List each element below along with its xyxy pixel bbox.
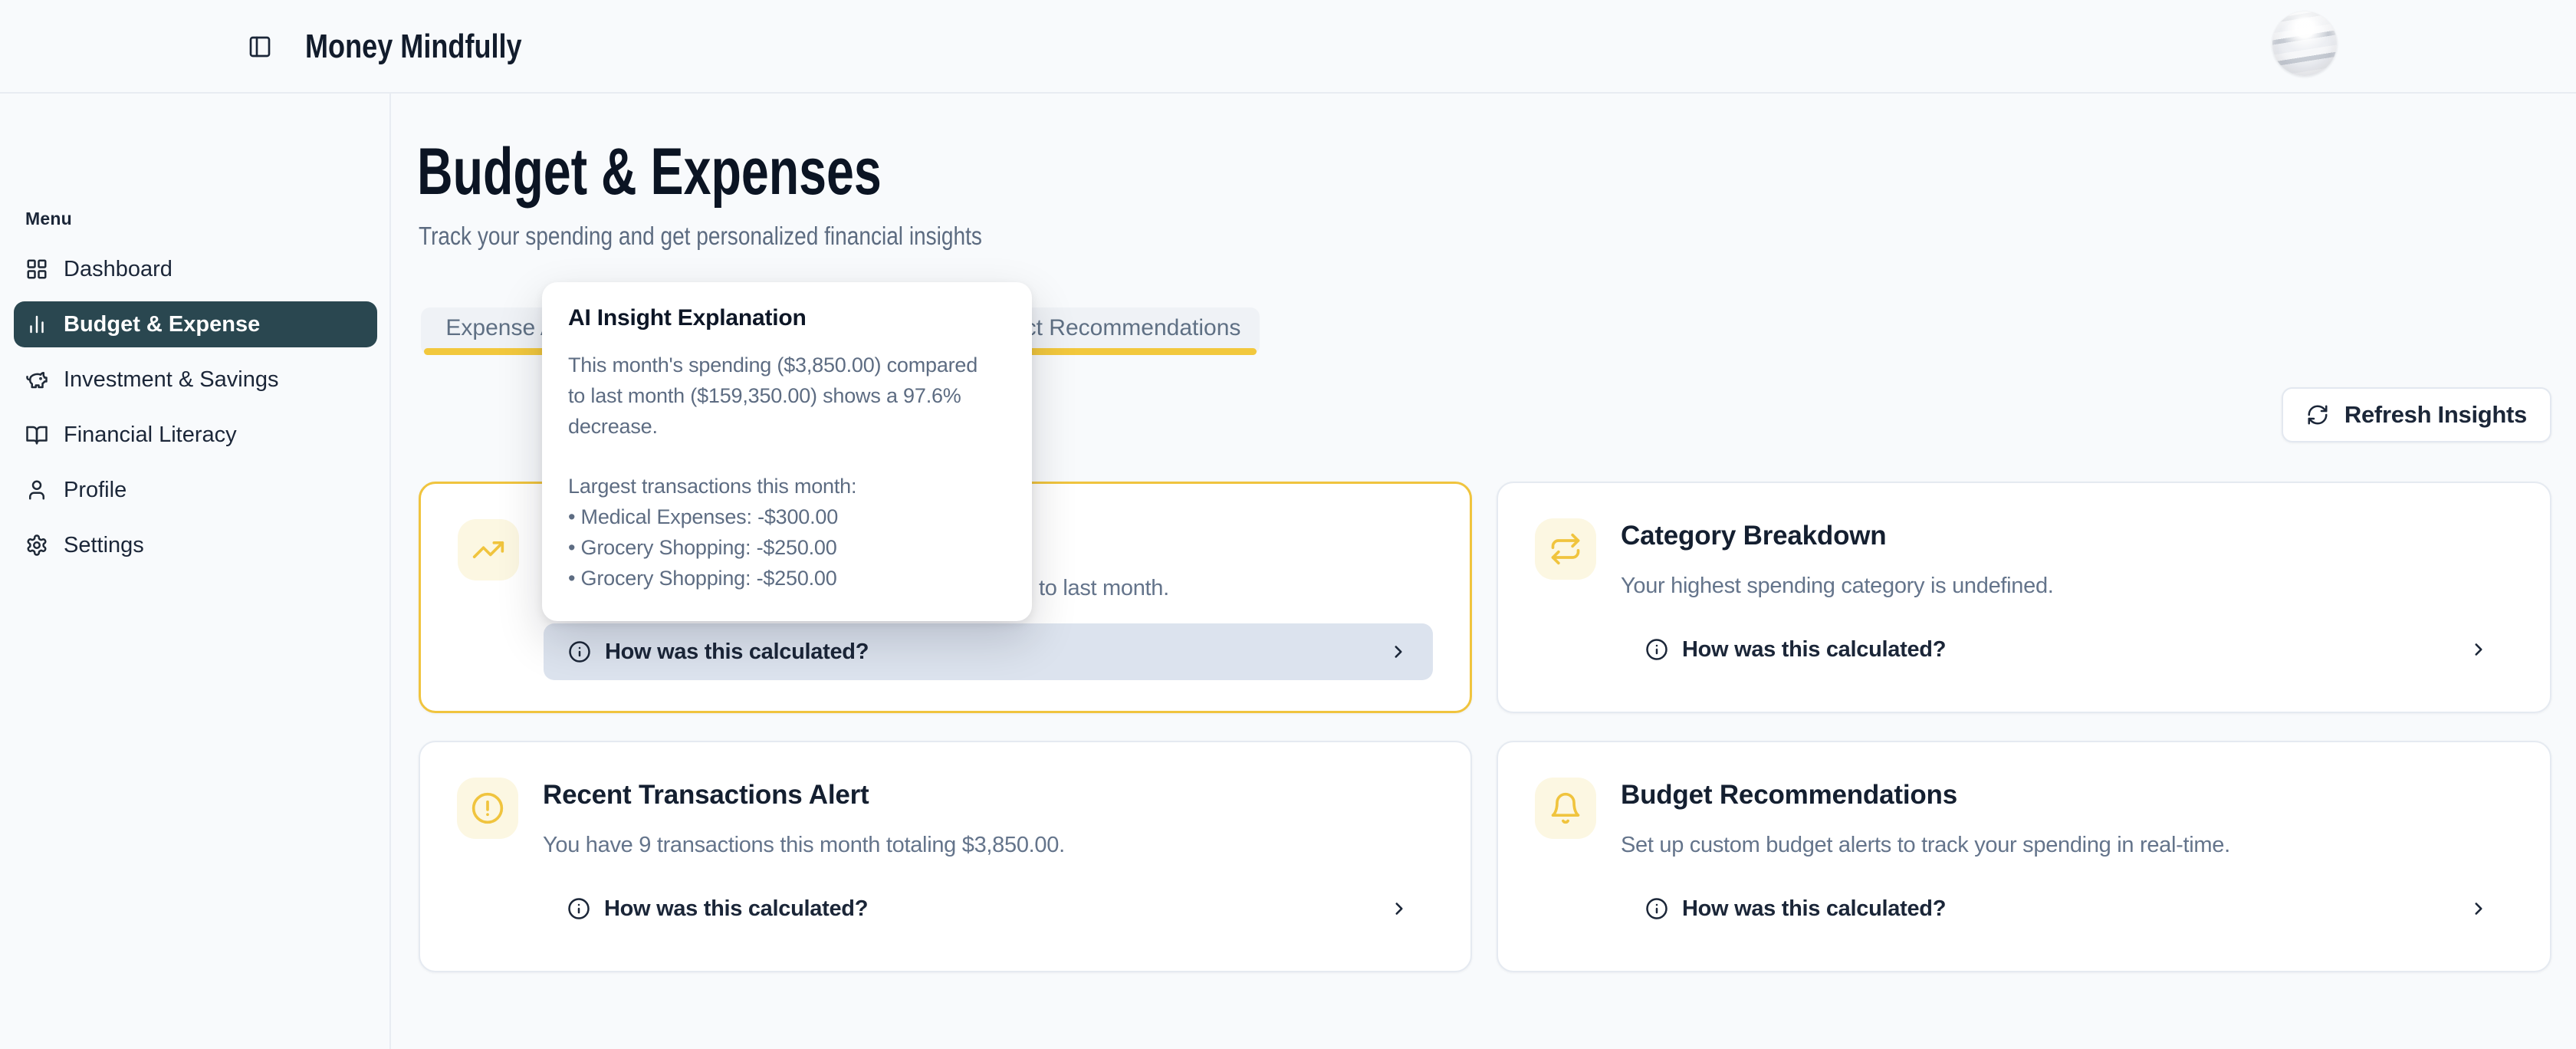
panel-left-icon [248, 35, 272, 59]
how-calculated-button[interactable]: How was this calculated? [543, 880, 1434, 937]
book-open-icon [25, 423, 48, 446]
sidebar-item-financial-literacy[interactable]: Financial Literacy [14, 412, 377, 458]
card-content: Category Breakdown Your highest spending… [1621, 518, 2513, 676]
sidebar-item-budget-expense[interactable]: Budget & Expense [14, 301, 377, 347]
bell-icon [1535, 778, 1596, 839]
repeat-icon [1535, 518, 1596, 580]
info-icon [568, 640, 591, 663]
card-category-breakdown: Category Breakdown Your highest spending… [1497, 482, 2551, 713]
card-description: You have 9 transactions this month total… [543, 830, 1434, 860]
card-recent-transactions-alert: Recent Transactions Alert You have 9 tra… [419, 741, 1472, 972]
trending-up-icon [458, 519, 519, 580]
sidebar-item-label: Dashboard [64, 257, 172, 282]
gear-icon [25, 534, 48, 557]
how-calculated-label: How was this calculated? [604, 896, 868, 922]
card-title: Recent Transactions Alert [543, 778, 1434, 813]
info-icon [1645, 638, 1668, 661]
chevron-right-icon [1389, 899, 1409, 919]
sidebar-nav: Dashboard Budget & Expense Investment & … [14, 246, 377, 577]
sidebar-item-label: Profile [64, 478, 127, 503]
sidebar-item-dashboard[interactable]: Dashboard [14, 246, 377, 292]
chevron-right-icon [1388, 642, 1408, 662]
sidebar-item-settings[interactable]: Settings [14, 522, 377, 568]
sidebar-item-label: Settings [64, 533, 144, 558]
card-content: Recent Transactions Alert You have 9 tra… [543, 778, 1434, 936]
bar-chart-icon [25, 313, 48, 336]
sidebar-toggle-button[interactable] [241, 28, 279, 66]
card-budget-recommendations: Budget Recommendations Set up custom bud… [1497, 741, 2551, 972]
sidebar: Menu Dashboard Budget & Expense Investme… [0, 94, 391, 1049]
refresh-icon [2306, 403, 2329, 426]
sidebar-section-label: Menu [25, 209, 72, 229]
sidebar-item-label: Financial Literacy [64, 423, 237, 448]
card-description: Your highest spending category is undefi… [1621, 571, 2513, 601]
how-calculated-label: How was this calculated? [605, 640, 869, 665]
layout-grid-icon [25, 258, 48, 281]
sidebar-item-label: Investment & Savings [64, 367, 278, 393]
avatar[interactable] [2272, 12, 2337, 76]
ai-insight-popover: AI Insight Explanation This month's spen… [542, 282, 1032, 621]
how-calculated-button[interactable]: How was this calculated? [544, 623, 1433, 680]
app-root: Money Mindfully Menu Dashboard Budget & … [0, 0, 2576, 1049]
popover-transactions: Largest transactions this month: • Medic… [568, 471, 1010, 594]
card-description-fragment: to last month. [1039, 573, 1433, 603]
info-icon [567, 897, 590, 920]
how-calculated-button[interactable]: How was this calculated? [1621, 880, 2513, 937]
info-icon [1645, 897, 1668, 920]
card-title: Budget Recommendations [1621, 778, 2513, 813]
piggy-bank-icon [25, 368, 48, 391]
how-calculated-label: How was this calculated? [1682, 896, 1946, 922]
sidebar-item-investment-savings[interactable]: Investment & Savings [14, 357, 377, 403]
page-title: Budget & Expenses [417, 133, 882, 210]
card-title: Category Breakdown [1621, 518, 2513, 554]
sidebar-item-label: Budget & Expense [64, 312, 260, 337]
alert-circle-icon [457, 778, 518, 839]
user-icon [25, 478, 48, 501]
app-title: Money Mindfully [305, 0, 570, 94]
card-content: Budget Recommendations Set up custom bud… [1621, 778, 2513, 936]
refresh-insights-label: Refresh Insights [2344, 401, 2527, 429]
page-subtitle: Track your spending and get personalized… [419, 219, 982, 254]
how-calculated-label: How was this calculated? [1682, 637, 1946, 663]
popover-title: AI Insight Explanation [568, 305, 1010, 331]
chevron-right-icon [2469, 640, 2489, 659]
sidebar-item-profile[interactable]: Profile [14, 467, 377, 513]
chevron-right-icon [2469, 899, 2489, 919]
top-header: Money Mindfully [0, 0, 2576, 94]
how-calculated-button[interactable]: How was this calculated? [1621, 621, 2513, 678]
card-description: Set up custom budget alerts to track you… [1621, 830, 2513, 860]
refresh-insights-button[interactable]: Refresh Insights [2282, 387, 2551, 442]
popover-summary: This month's spending ($3,850.00) compar… [568, 350, 1010, 442]
